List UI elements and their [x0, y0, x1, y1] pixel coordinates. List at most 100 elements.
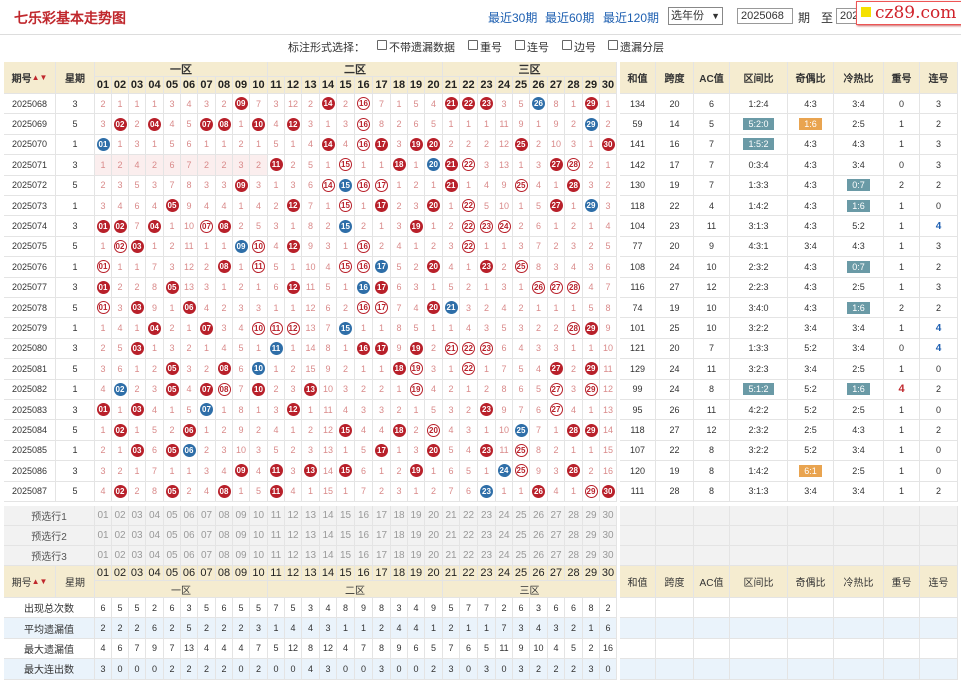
preselect-cell-08[interactable]: 08 — [216, 526, 233, 546]
preselect-cell-06[interactable]: 06 — [181, 526, 198, 546]
preselect-cell-07[interactable]: 07 — [198, 506, 216, 526]
preselect-cell-03[interactable]: 03 — [129, 506, 146, 526]
preselect-cell-23[interactable]: 23 — [478, 506, 496, 526]
preselect-cell-26[interactable]: 26 — [530, 546, 548, 566]
preselect-cell-16[interactable]: 16 — [355, 526, 373, 546]
preselect-cell-13[interactable]: 13 — [302, 546, 320, 566]
preselect-cell-12[interactable]: 12 — [285, 546, 302, 566]
preselect-cell-27[interactable]: 27 — [548, 506, 565, 526]
preselect-cell-21[interactable]: 21 — [443, 546, 460, 566]
preselect-cell-22[interactable]: 22 — [460, 506, 478, 526]
preselect-cell-01[interactable]: 01 — [95, 506, 112, 526]
preselect-cell-24[interactable]: 24 — [496, 506, 513, 526]
preselect-cell-30[interactable]: 30 — [600, 526, 617, 546]
preselect-cell-15[interactable]: 15 — [337, 506, 355, 526]
preselect-cell-03[interactable]: 03 — [129, 526, 146, 546]
preselect-cell-10[interactable]: 10 — [250, 546, 268, 566]
preselect-cell-20[interactable]: 20 — [425, 546, 443, 566]
preselect-cell-05[interactable]: 05 — [164, 506, 181, 526]
preselect-cell-02[interactable]: 02 — [112, 526, 129, 546]
preselect-cell-11[interactable]: 11 — [268, 546, 285, 566]
preselect-cell-10[interactable]: 10 — [250, 526, 268, 546]
preselect-cell-04[interactable]: 04 — [146, 526, 164, 546]
preselect-cell-29[interactable]: 29 — [583, 526, 600, 546]
preselect-cell-12[interactable]: 12 — [285, 506, 302, 526]
preselect-cell-05[interactable]: 05 — [164, 546, 181, 566]
preselect-cell-13[interactable]: 13 — [302, 526, 320, 546]
preselect-cell-19[interactable]: 19 — [408, 506, 425, 526]
preselect-cell-15[interactable]: 15 — [337, 546, 355, 566]
preselect-cell-28[interactable]: 28 — [565, 546, 583, 566]
preselect-cell-17[interactable]: 17 — [373, 526, 391, 546]
bottom-header-issue[interactable]: 期号 ▲▼ — [4, 566, 56, 598]
preselect-cell-01[interactable]: 01 — [95, 546, 112, 566]
preselect-cell-08[interactable]: 08 — [216, 546, 233, 566]
sort-icon[interactable]: ▲▼ — [32, 73, 48, 82]
preselect-cell-25[interactable]: 25 — [513, 506, 530, 526]
sum-cell: 120 — [620, 461, 656, 482]
preselect-cell-20[interactable]: 20 — [425, 526, 443, 546]
number-ball: 06 — [182, 423, 196, 437]
preselect-cell-14[interactable]: 14 — [320, 526, 337, 546]
preselect-cell-07[interactable]: 07 — [198, 526, 216, 546]
preselect-cell-02[interactable]: 02 — [112, 506, 129, 526]
preselect-cell-28[interactable]: 28 — [565, 506, 583, 526]
preselect-cell-09[interactable]: 09 — [233, 506, 250, 526]
preselect-cell-23[interactable]: 23 — [478, 546, 496, 566]
preselect-cell-02[interactable]: 02 — [112, 546, 129, 566]
preselect-cell-18[interactable]: 18 — [391, 546, 408, 566]
col-header-issue[interactable]: 期号 ▲▼ — [4, 62, 56, 94]
preselect-cell-08[interactable]: 08 — [216, 506, 233, 526]
preselect-cell-29[interactable]: 29 — [583, 546, 600, 566]
preselect-cell-13[interactable]: 13 — [302, 506, 320, 526]
preselect-cell-16[interactable]: 16 — [355, 546, 373, 566]
preselect-cell-26[interactable]: 26 — [530, 526, 548, 546]
number-cell-23: 4 — [478, 175, 496, 196]
preselect-cell-11[interactable]: 11 — [268, 526, 285, 546]
preselect-cell-30[interactable]: 30 — [600, 546, 617, 566]
preselect-cell-14[interactable]: 14 — [320, 546, 337, 566]
preselect-cell-20[interactable]: 20 — [425, 506, 443, 526]
preselect-cell-09[interactable]: 09 — [233, 526, 250, 546]
preselect-cell-15[interactable]: 15 — [337, 526, 355, 546]
preselect-cell-23[interactable]: 23 — [478, 526, 496, 546]
preselect-cell-16[interactable]: 16 — [355, 506, 373, 526]
preselect-cell-17[interactable]: 17 — [373, 506, 391, 526]
preselect-cell-10[interactable]: 10 — [250, 506, 268, 526]
preselect-cell-26[interactable]: 26 — [530, 506, 548, 526]
span-value: 14 — [669, 119, 680, 130]
preselect-cell-21[interactable]: 21 — [443, 506, 460, 526]
preselect-cell-27[interactable]: 27 — [548, 526, 565, 546]
preselect-cell-04[interactable]: 04 — [146, 546, 164, 566]
preselect-number: 13 — [304, 550, 317, 561]
preselect-cell-25[interactable]: 25 — [513, 546, 530, 566]
preselect-cell-24[interactable]: 24 — [496, 526, 513, 546]
preselect-cell-24[interactable]: 24 — [496, 546, 513, 566]
preselect-cell-14[interactable]: 14 — [320, 506, 337, 526]
preselect-cell-22[interactable]: 22 — [460, 526, 478, 546]
preselect-cell-03[interactable]: 03 — [129, 546, 146, 566]
preselect-cell-30[interactable]: 30 — [600, 506, 617, 526]
preselect-cell-18[interactable]: 18 — [391, 506, 408, 526]
preselect-cell-19[interactable]: 19 — [408, 546, 425, 566]
preselect-cell-12[interactable]: 12 — [285, 526, 302, 546]
preselect-cell-28[interactable]: 28 — [565, 526, 583, 546]
preselect-cell-05[interactable]: 05 — [164, 526, 181, 546]
preselect-cell-22[interactable]: 22 — [460, 546, 478, 566]
preselect-cell-09[interactable]: 09 — [233, 546, 250, 566]
preselect-cell-01[interactable]: 01 — [95, 526, 112, 546]
preselect-cell-07[interactable]: 07 — [198, 546, 216, 566]
preselect-cell-06[interactable]: 06 — [181, 546, 198, 566]
preselect-cell-11[interactable]: 11 — [268, 506, 285, 526]
preselect-cell-04[interactable]: 04 — [146, 506, 164, 526]
preselect-cell-18[interactable]: 18 — [391, 526, 408, 546]
preselect-cell-27[interactable]: 27 — [548, 546, 565, 566]
preselect-cell-19[interactable]: 19 — [408, 526, 425, 546]
sort-icon[interactable]: ▲▼ — [32, 577, 48, 586]
preselect-cell-21[interactable]: 21 — [443, 526, 460, 546]
stat-value: 2 — [535, 663, 541, 674]
preselect-cell-06[interactable]: 06 — [181, 506, 198, 526]
preselect-cell-17[interactable]: 17 — [373, 546, 391, 566]
preselect-cell-25[interactable]: 25 — [513, 526, 530, 546]
preselect-cell-29[interactable]: 29 — [583, 506, 600, 526]
